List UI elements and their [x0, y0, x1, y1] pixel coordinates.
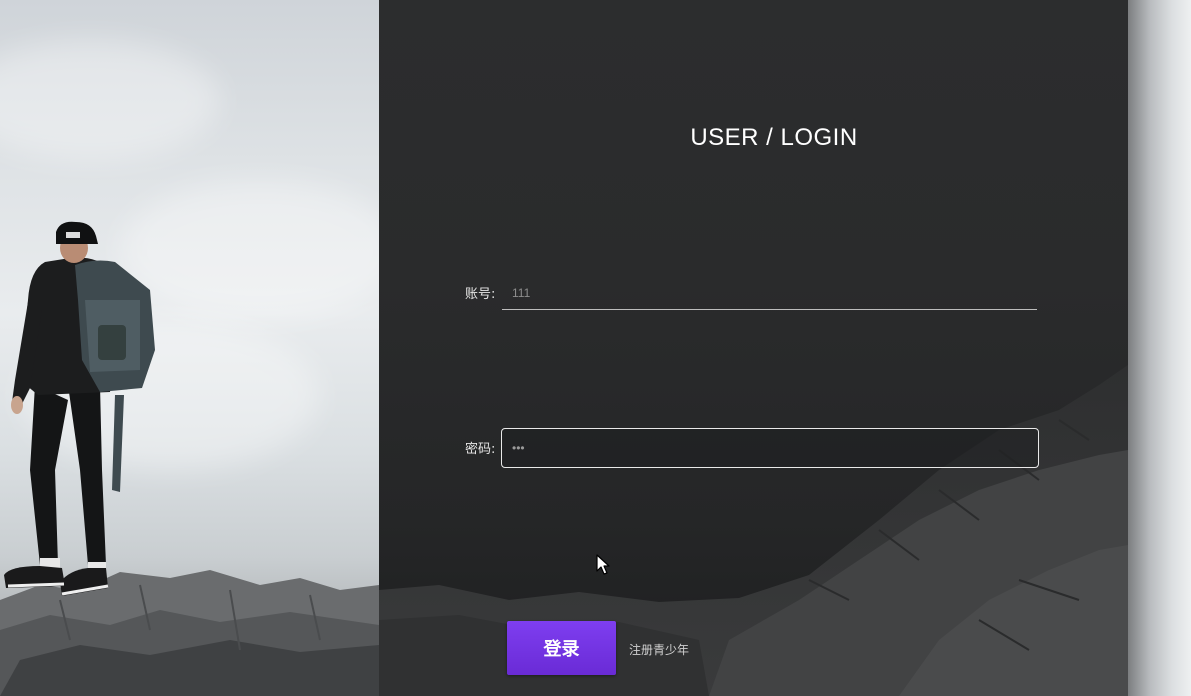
cursor-icon: [596, 554, 610, 575]
account-input[interactable]: [502, 277, 1037, 310]
mountain-rocks-illustration: [379, 365, 1128, 696]
hiker-illustration: [0, 221, 379, 696]
login-panel: USER / LOGIN 账号: 密码: 登录 注册青少年: [379, 0, 1128, 696]
background-photo-left: [0, 0, 379, 696]
page-title: USER / LOGIN: [690, 124, 858, 151]
account-label: 账号:: [465, 287, 496, 302]
background-photo-right: [1128, 0, 1191, 696]
password-input[interactable]: [501, 428, 1039, 468]
register-link[interactable]: 注册青少年: [629, 641, 689, 658]
login-button[interactable]: 登录: [507, 621, 616, 675]
password-label: 密码:: [465, 442, 496, 457]
